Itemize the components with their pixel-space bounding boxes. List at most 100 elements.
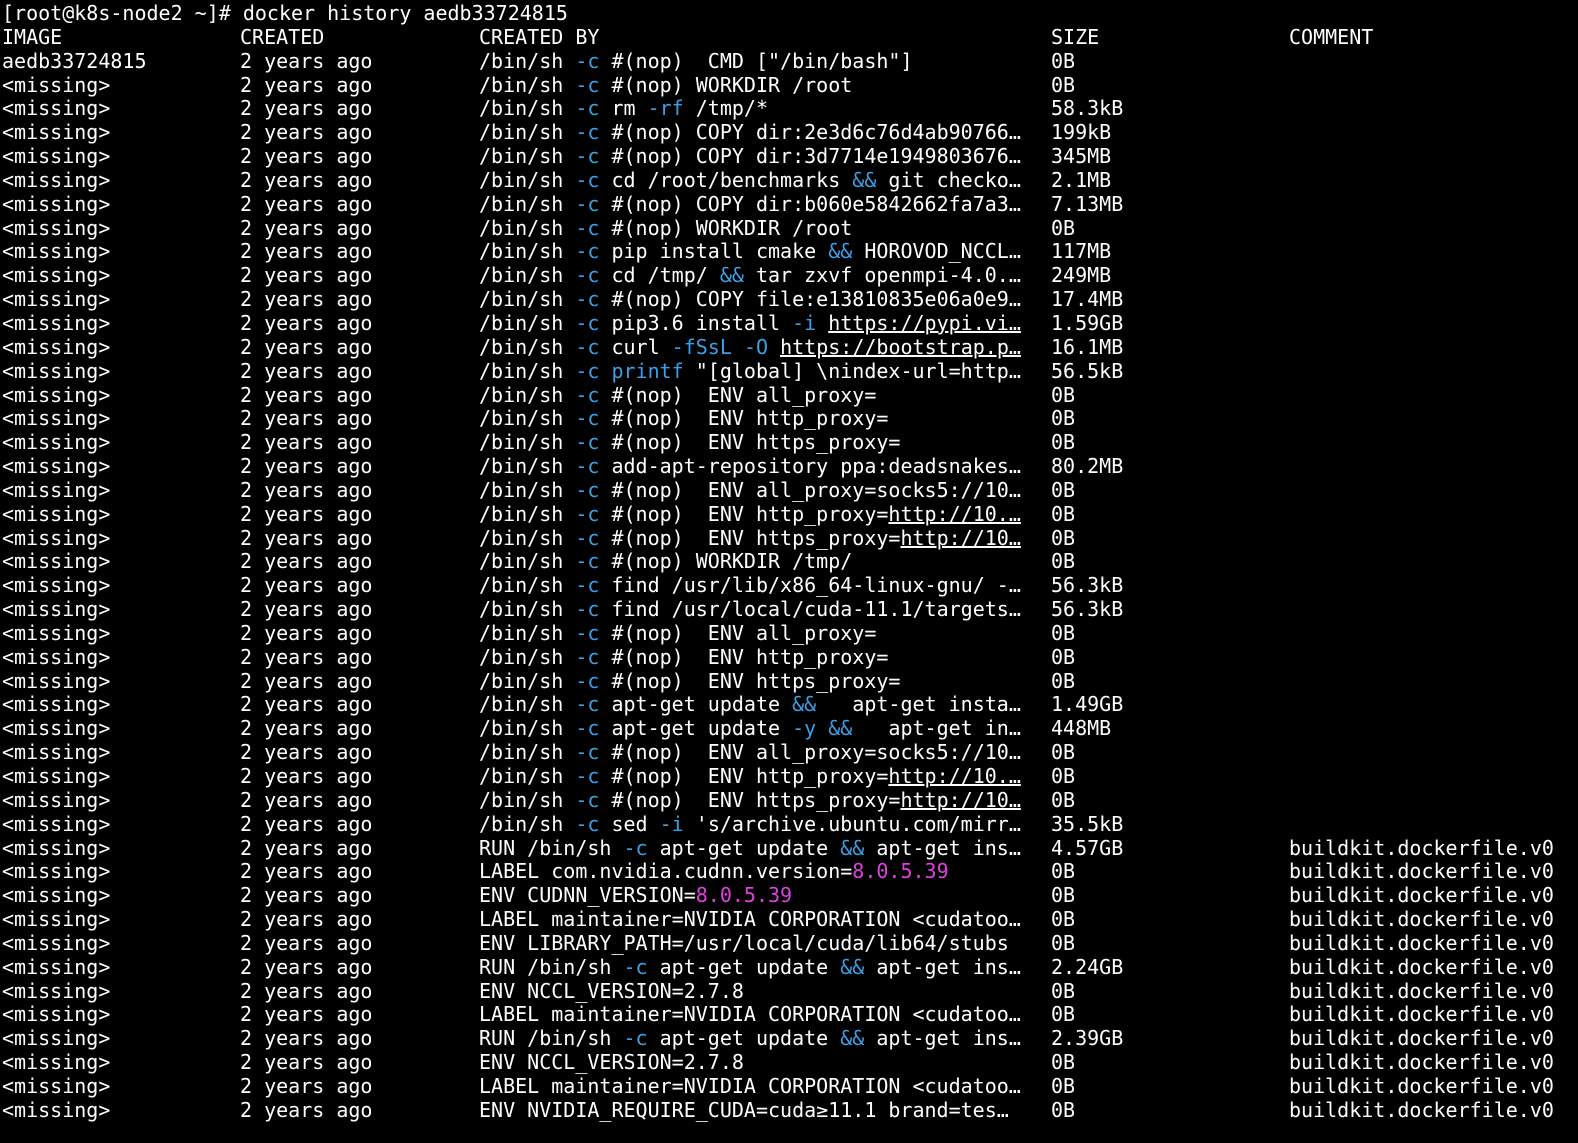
row-size: 0B xyxy=(1051,907,1076,932)
command-text: /bin/sh xyxy=(479,430,576,455)
command-flag: && xyxy=(852,167,877,192)
command-text: apt-get update xyxy=(647,1026,841,1051)
row-created-by: /bin/sh -c curl -fSsL -O https://bootstr… xyxy=(479,334,1021,360)
row-size: 2.24GB xyxy=(1051,954,1124,979)
command-text: /bin/sh xyxy=(479,215,576,240)
command-text: RUN /bin/sh xyxy=(479,835,624,860)
row-created: 2 years ago xyxy=(240,96,373,121)
command-flag: -c xyxy=(575,501,600,526)
row-size: 0B xyxy=(1051,1073,1076,1098)
row-created: 2 years ago xyxy=(240,287,373,312)
row-created-by: /bin/sh -c #(nop) ENV http_proxy=http://… xyxy=(479,501,1021,527)
row-size: 0B xyxy=(1051,48,1076,73)
row-image-id: <missing> xyxy=(2,167,111,192)
row-size: 2.39GB xyxy=(1051,1026,1124,1051)
row-image-id: <missing> xyxy=(2,644,111,669)
row-image-id: <missing> xyxy=(2,334,111,359)
command-text: ENV NCCL_VERSION=2.7.8 xyxy=(479,978,744,1003)
row-created-by: /bin/sh -c cd /root/benchmarks && git ch… xyxy=(479,167,1021,193)
table-row: <missing> 2 years ago/bin/sh -c #(nop) EN… xyxy=(0,430,1578,455)
command-flag: -c xyxy=(575,406,600,431)
url-link[interactable]: https://pypi.vi… xyxy=(828,311,1021,335)
row-image-id: <missing> xyxy=(2,191,111,216)
command-flag: -c xyxy=(575,430,600,455)
command-text: /bin/sh xyxy=(479,811,576,836)
command-flag: -c xyxy=(575,787,600,812)
row-size: 0B xyxy=(1051,764,1076,788)
url-link[interactable]: http://10.… xyxy=(888,764,1020,788)
row-image-id: <missing> xyxy=(2,549,111,574)
command-flag: -c xyxy=(575,144,600,169)
row-size: 0B xyxy=(1051,549,1076,574)
table-row: aedb33724815 2 years ago/bin/sh -c #(nop)… xyxy=(0,48,1578,74)
row-created: 2 years ago xyxy=(240,692,373,717)
command-flag: -c xyxy=(575,215,600,240)
row-created-by: /bin/sh -c add-apt-repository ppa:deadsn… xyxy=(479,454,1021,479)
row-image-id: <missing> xyxy=(2,477,111,502)
row-image-id: <missing> xyxy=(2,430,111,455)
command-text: RUN /bin/sh xyxy=(479,954,624,979)
command-text xyxy=(599,359,611,383)
row-created-by: ENV LIBRARY_PATH=/usr/local/cuda/lib64/s… xyxy=(479,930,1009,956)
table-row: <missing> 2 years ago/bin/sh -c #(nop) CO… xyxy=(0,120,1578,145)
row-created-by: LABEL maintainer=NVIDIA CORPORATION <cud… xyxy=(479,907,1021,932)
row-comment: buildkit.dockerfile.v0 xyxy=(1289,883,1554,908)
row-comment: buildkit.dockerfile.v0 xyxy=(1289,1002,1554,1027)
command-text: /bin/sh xyxy=(479,334,576,359)
row-created: 2 years ago xyxy=(240,334,373,359)
command-flag: -c xyxy=(575,120,600,145)
command-flag: -c xyxy=(575,716,600,741)
command-flag: -c xyxy=(575,382,600,407)
command-text: find /usr/local/cuda-11.1/targets… xyxy=(599,597,1021,622)
command-flag: -c xyxy=(575,597,600,622)
table-row: <missing> 2 years ago/bin/sh -c #(nop) EN… xyxy=(0,477,1578,503)
command-text: ENV LIBRARY_PATH=/usr/local/cuda/lib64/s… xyxy=(479,930,1009,955)
row-created-by: RUN /bin/sh -c apt-get update && apt-get… xyxy=(479,835,1021,861)
command-text: curl xyxy=(599,334,672,359)
terminal-window[interactable]: [root@k8s-node2 ~]# docker history aedb3… xyxy=(0,0,1578,1143)
row-image-id: <missing> xyxy=(2,930,111,955)
row-image-id: <missing> xyxy=(2,978,111,1003)
row-size: 56.3kB xyxy=(1051,573,1124,598)
row-size: 0B xyxy=(1051,859,1076,884)
command-text: HOROVOD_NCCL… xyxy=(852,239,1021,264)
history-rows: aedb33724815 2 years ago/bin/sh -c #(nop)… xyxy=(0,48,1578,1123)
row-created: 2 years ago xyxy=(240,787,373,812)
row-image-id: <missing> xyxy=(2,406,111,431)
command-text: cd /root/benchmarks xyxy=(599,167,853,192)
header-image: IMAGE xyxy=(2,24,63,49)
row-created: 2 years ago xyxy=(240,883,373,908)
header-comment: COMMENT xyxy=(1289,24,1374,49)
command-text xyxy=(816,716,828,740)
command-text: LABEL maintainer=NVIDIA CORPORATION <cud… xyxy=(479,1073,1021,1098)
row-image-id: <missing> xyxy=(2,835,111,860)
command-text: /bin/sh xyxy=(479,740,576,765)
row-size: 0B xyxy=(1051,883,1076,908)
command-text xyxy=(732,335,744,359)
row-created: 2 years ago xyxy=(240,764,373,788)
table-row: <missing> 2 years ago ENV NCCL_VERSION=2.7… xyxy=(0,1050,1578,1075)
command-text: #(nop) ENV http_proxy= xyxy=(599,764,889,788)
row-image-id: <missing> xyxy=(2,239,111,264)
table-row: <missing> 2 years ago ENV CUDNN_VERSION=8.… xyxy=(0,883,1578,908)
table-row: <missing> 2 years ago/bin/sh -c #(nop) EN… xyxy=(0,382,1578,408)
command-flag: -c xyxy=(623,835,648,860)
row-created: 2 years ago xyxy=(240,406,373,431)
command-flag: -c xyxy=(575,454,600,479)
url-link[interactable]: http://10… xyxy=(900,526,1020,550)
row-image-id: <missing> xyxy=(2,668,111,693)
command-prompt-line: [root@k8s-node2 ~]# docker history aedb3… xyxy=(0,1,1578,26)
url-link[interactable]: http://10.… xyxy=(888,502,1020,526)
row-comment: buildkit.dockerfile.v0 xyxy=(1289,1073,1554,1098)
command-flag: -c xyxy=(575,287,600,312)
command-flag: -fSsL xyxy=(671,334,732,359)
table-row: <missing> 2 years ago/bin/sh -c add-apt-r… xyxy=(0,454,1578,479)
table-row: <missing> 2 years ago/bin/sh -c #(nop) EN… xyxy=(0,406,1578,431)
table-row: <missing> 2 years ago/bin/sh -c cd /root/… xyxy=(0,167,1578,193)
row-created-by: /bin/sh -c #(nop) COPY dir:b060e5842662f… xyxy=(479,191,1021,217)
command-flag: -c xyxy=(575,191,600,216)
row-image-id: <missing> xyxy=(2,454,111,479)
url-link[interactable]: http://10… xyxy=(900,788,1020,812)
url-link[interactable]: https://bootstrap.p… xyxy=(780,335,1021,359)
command-text: /bin/sh xyxy=(479,764,576,788)
